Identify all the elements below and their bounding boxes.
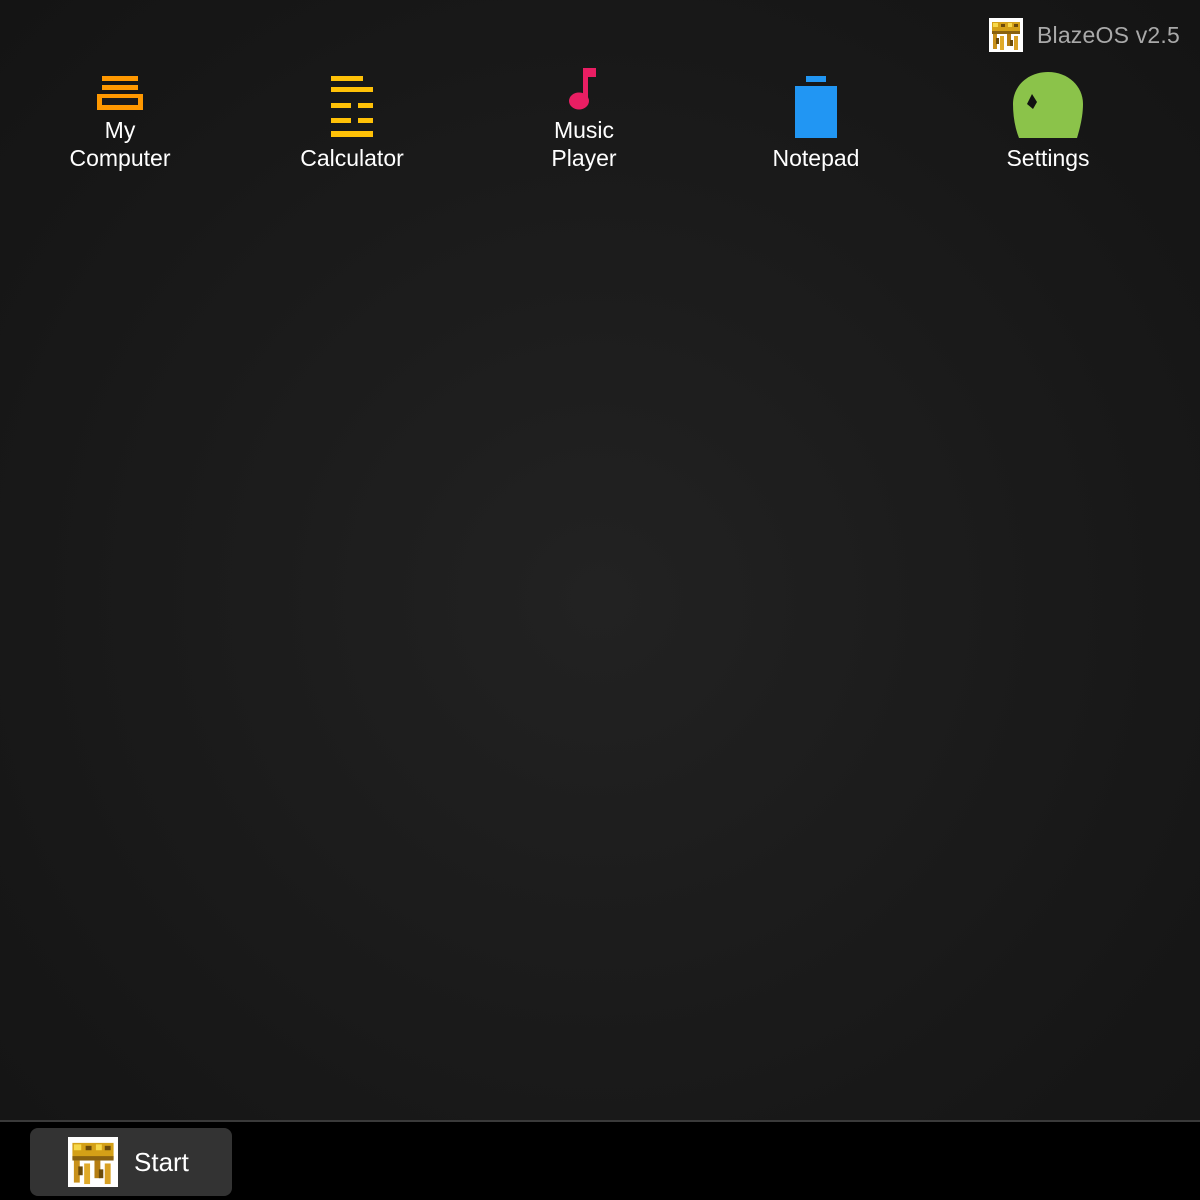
desktop-item-label: Settings — [1006, 145, 1090, 171]
desktop-item-my-computer[interactable]: My Computer — [40, 62, 200, 172]
desktop-item-label: Notepad — [772, 145, 860, 171]
start-label: Start — [134, 1146, 189, 1177]
desktop-item-music-player[interactable]: Music Player — [504, 62, 664, 172]
music-note-icon — [544, 62, 624, 110]
notepad-icon — [776, 62, 856, 138]
desktop-item-label: My Computer — [69, 117, 171, 171]
desktop-icons: My Computer Calculator Music Player Note… — [0, 62, 1200, 202]
blaze-logo-icon — [68, 1137, 118, 1187]
os-version-label: BlazeOS v2.5 — [1036, 21, 1180, 48]
start-button[interactable]: Start — [30, 1128, 232, 1196]
desktop-item-notepad[interactable]: Notepad — [736, 62, 896, 172]
desktop-item-calculator[interactable]: Calculator — [272, 62, 432, 172]
calculator-icon — [312, 62, 392, 138]
desktop-item-label: Music Player — [551, 117, 617, 171]
desktop-item-label: Calculator — [300, 145, 404, 171]
brand-header: BlazeOS v2.5 — [988, 18, 1180, 52]
taskbar: Start — [0, 1120, 1200, 1200]
desktop-item-settings[interactable]: Settings — [968, 62, 1128, 172]
blaze-logo-icon — [988, 18, 1023, 52]
settings-icon — [1008, 62, 1088, 138]
computer-icon — [80, 62, 160, 110]
